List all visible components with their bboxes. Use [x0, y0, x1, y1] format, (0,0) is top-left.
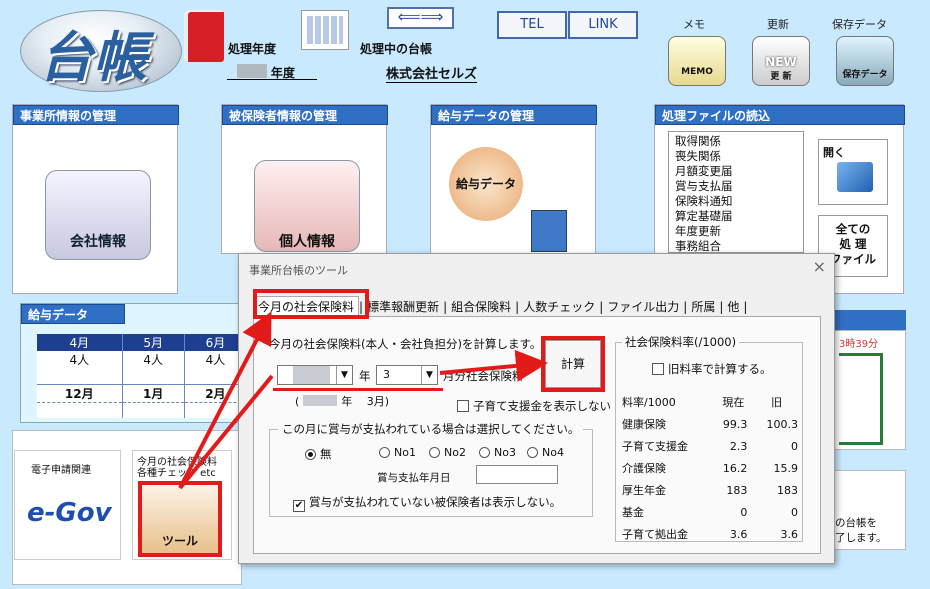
arrow-to-select	[178, 374, 274, 490]
arrow-to-tab	[178, 311, 272, 489]
arrow-to-calc	[439, 349, 548, 382]
annotation-arrows	[178, 311, 548, 490]
